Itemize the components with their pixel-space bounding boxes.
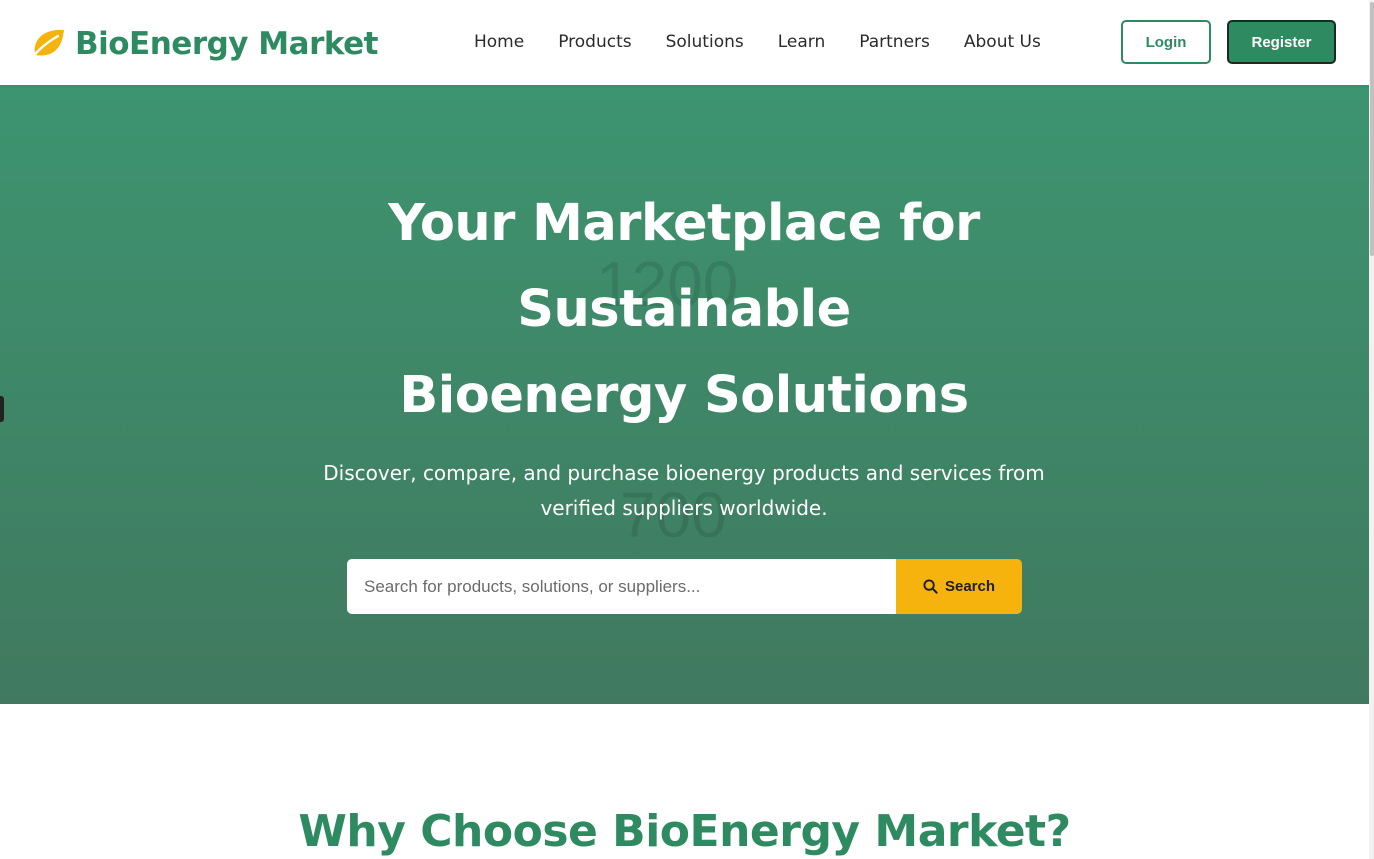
site-header: BioEnergy Market Home Products Solutions…: [0, 0, 1369, 85]
logo-text: BioEnergy Market: [75, 26, 378, 62]
nav-about-us[interactable]: About Us: [964, 30, 1041, 54]
main-nav: Home Products Solutions Learn Partners A…: [474, 30, 1075, 54]
nav-home[interactable]: Home: [474, 30, 524, 54]
logo[interactable]: BioEnergy Market: [30, 26, 378, 62]
search-bar: Search: [347, 559, 1022, 614]
search-button-label: Search: [944, 578, 996, 595]
scrollbar-thumb[interactable]: [1370, 2, 1374, 256]
nav-learn[interactable]: Learn: [778, 30, 826, 54]
leaf-icon: [30, 29, 64, 60]
hero-title: Your Marketplace for Sustainable Bioener…: [388, 194, 980, 425]
page-scrollbar[interactable]: [1369, 0, 1374, 859]
login-button[interactable]: Login: [1121, 20, 1211, 64]
hero-section: 1200 700 Your Marketplace for Sustainabl…: [0, 85, 1369, 704]
search-input[interactable]: [347, 559, 896, 614]
why-section-title: Why Choose BioEnergy Market?: [298, 806, 1071, 857]
register-button[interactable]: Register: [1227, 20, 1336, 64]
search-button[interactable]: Search: [896, 559, 1022, 614]
nav-products[interactable]: Products: [558, 30, 631, 54]
side-handle[interactable]: [0, 396, 4, 422]
nav-solutions[interactable]: Solutions: [666, 30, 744, 54]
nav-partners[interactable]: Partners: [859, 30, 930, 54]
hero-subtitle: Discover, compare, and purchase bioenerg…: [323, 461, 1045, 520]
page: BioEnergy Market Home Products Solutions…: [0, 0, 1369, 859]
search-icon: [923, 579, 938, 594]
